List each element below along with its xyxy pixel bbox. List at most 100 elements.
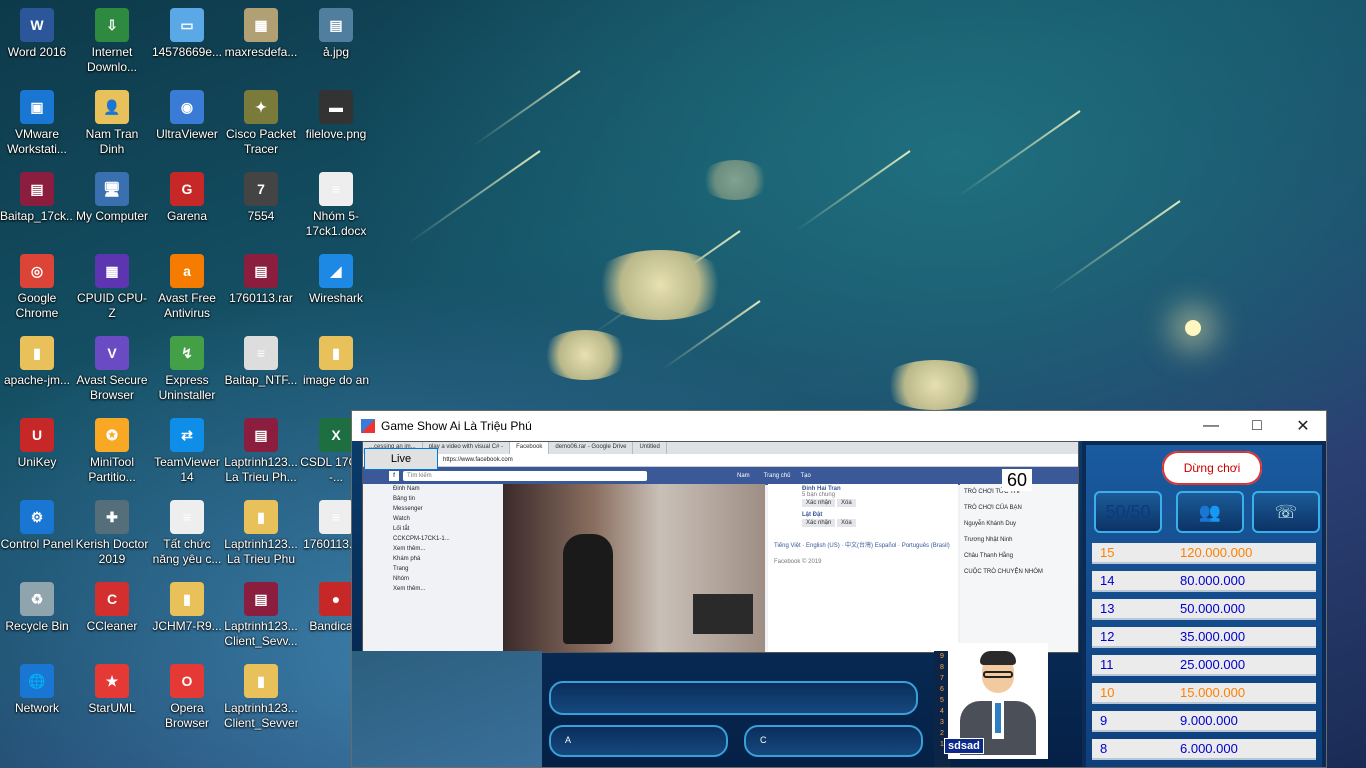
sidebar-item: Messenger [393, 506, 423, 512]
desktop-icon-label: CPUID CPU-Z [76, 291, 147, 320]
desktop-icon[interactable]: G Garena [150, 172, 224, 224]
desktop-icon[interactable]: ⚙ Control Panel [0, 500, 74, 552]
desktop-icon[interactable]: ⇄ TeamViewer 14 [150, 418, 224, 485]
app-icon: ▮ [319, 336, 353, 370]
desktop-icon[interactable]: ▣ VMware Workstati... [0, 90, 74, 157]
chat-item: TRÒ CHƠI CỦA BẠN [964, 505, 1022, 511]
prize-level: 9 [1100, 713, 1108, 728]
desktop-icon-label: Word 2016 [7, 45, 67, 59]
mirrored-desktop [352, 651, 542, 767]
desktop-icon[interactable]: ▤ 1760113.rar [224, 254, 298, 306]
desktop-icon[interactable]: ▮ apache-jm... [0, 336, 74, 388]
sidebar-item: Xem thêm... [393, 586, 426, 592]
desktop-icon[interactable]: U UniKey [0, 418, 74, 470]
answer-c-button[interactable]: C [744, 725, 923, 757]
player-name: sdsad [944, 738, 984, 754]
desktop-icon-label: Tất chức năng yêu c... [152, 537, 222, 566]
desktop-icon[interactable]: ↯ Express Uninstaller [150, 336, 224, 403]
desktop-icon[interactable]: 👤 Nam Tran Dinh [75, 90, 149, 157]
sidebar-item: CCKCPM-17CK1-1... [393, 536, 450, 542]
nav-home: Trang chủ [763, 473, 791, 479]
app-icon: ▮ [170, 582, 204, 616]
desktop-icon[interactable]: ▤ Baitap_17ck... [0, 172, 74, 224]
chat-item: Châu Thanh Hằng [964, 553, 1013, 559]
desktop-icon[interactable]: ▤ ả.jpg [299, 8, 373, 60]
desktop-icon[interactable]: ♻ Recycle Bin [0, 582, 74, 634]
desktop-icon-label: My Computer [75, 209, 149, 223]
desktop-icon-label: Avast Secure Browser [76, 373, 148, 402]
desktop-icon-label: Control Panel [0, 537, 74, 551]
desktop-icon[interactable]: ▤ Laptrinh123... Client_Sevv... [224, 582, 298, 649]
question-box [549, 681, 918, 715]
desktop-icon-label: Garena [166, 209, 208, 223]
desktop-icon[interactable]: 🖥 My Computer [75, 172, 149, 224]
lifeline-phone-button[interactable]: ☏ [1252, 491, 1320, 533]
prize-amount: 50.000.000 [1180, 601, 1246, 616]
app-icon: ▤ [244, 582, 278, 616]
delete-button: Xóa [837, 499, 856, 507]
sidebar-item: Lối tắt [393, 526, 410, 532]
answer-a-button[interactable]: A [549, 725, 728, 757]
app-icon: ≡ [319, 500, 353, 534]
desktop-icon[interactable]: ≡ Nhóm 5-17ck1.docx [299, 172, 373, 239]
desktop-icon-label: image do an [302, 373, 370, 387]
desktop-icon[interactable]: ✚ Kerish Doctor 2019 [75, 500, 149, 567]
app-icon: ↯ [170, 336, 204, 370]
desktop-icon[interactable]: 7 7554 [224, 172, 298, 224]
live-button[interactable]: Live [364, 448, 438, 470]
desktop-icon-label: ả.jpg [322, 45, 350, 59]
desktop-icon[interactable]: ◎ Google Chrome [0, 254, 74, 321]
friend-name: Lật Đật [802, 512, 823, 518]
browser-tabs: ...cessing an im... play a video with vi… [363, 442, 1078, 454]
desktop-icon[interactable]: ▮ Laptrinh123... La Trieu Phu [224, 500, 298, 567]
desktop-icon[interactable]: 🌐 Network [0, 664, 74, 716]
desktop-icon[interactable]: ✦ Cisco Packet Tracer [224, 90, 298, 157]
desktop-icon[interactable]: W Word 2016 [0, 8, 74, 60]
lifeline-audience-button[interactable]: 👥 [1176, 491, 1244, 533]
app-icon: ✪ [95, 418, 129, 452]
answer-a-label: A [565, 735, 572, 745]
desktop-icon[interactable]: ◉ UltraViewer [150, 90, 224, 142]
desktop-icon[interactable]: ★ StarUML [75, 664, 149, 716]
desktop-icon[interactable]: ◢ Wireshark [299, 254, 373, 306]
phone-icon: ☏ [1274, 502, 1298, 522]
desktop-icon[interactable]: ≡ Baitap_NTF... [224, 336, 298, 388]
desktop-icon[interactable]: V Avast Secure Browser [75, 336, 149, 403]
lifeline-5050-button[interactable]: 50/50 [1094, 491, 1162, 533]
desktop-icon-label: UniKey [17, 455, 57, 469]
browser-tab: Untitled [633, 442, 667, 454]
app-icon: V [95, 336, 129, 370]
desktop-icon-label: Baitap_17ck... [0, 209, 74, 223]
desktop-icon[interactable]: C CCleaner [75, 582, 149, 634]
desktop-icon[interactable]: ▦ CPUID CPU-Z [75, 254, 149, 321]
desktop-icon[interactable]: ▬ filelove.png [299, 90, 373, 142]
app-icon: ● [319, 582, 353, 616]
desktop-icon-label: apache-jm... [3, 373, 71, 387]
sidebar-item: Trang [393, 566, 409, 572]
prize-panel: Dừng chơi 50/50 👥 ☏ 15 120.000.000 14 80.00… [1086, 445, 1322, 767]
desktop-icon[interactable]: a Avast Free Antivirus [150, 254, 224, 321]
close-icon[interactable]: ✕ [1280, 411, 1326, 441]
app-icon: U [20, 418, 54, 452]
maximize-icon[interactable]: □ [1234, 411, 1280, 441]
desktop-icon-label: Avast Free Antivirus [158, 291, 216, 320]
desktop-icon[interactable]: ▭ 14578669e... [150, 8, 224, 60]
stop-game-button[interactable]: Dừng chơi [1162, 451, 1262, 485]
desktop-icon[interactable]: ▤ Laptrinh123... La Trieu Ph... [224, 418, 298, 485]
desktop-icon[interactable]: O Opera Browser [150, 664, 224, 731]
desktop-icon[interactable]: ▦ maxresdefa... [224, 8, 298, 60]
app-icon: ◉ [170, 90, 204, 124]
desktop-icon[interactable]: ⇩ Internet Downlo... [75, 8, 149, 75]
minimize-icon[interactable]: — [1188, 411, 1234, 441]
address-bar: https://www.facebook.com [363, 454, 1078, 467]
app-icon: 🌐 [20, 664, 54, 698]
desktop-icon[interactable]: ▮ image do an [299, 336, 373, 388]
desktop-icon[interactable]: ▮ Laptrinh123... Client_Sevver [224, 664, 298, 731]
window-titlebar[interactable]: Game Show Ai Là Triệu Phú — □ ✕ [352, 411, 1326, 441]
desktop-icon[interactable]: ≡ Tất chức năng yêu c... [150, 500, 224, 567]
confirm-button: Xác nhận [802, 519, 836, 527]
desktop-icon[interactable]: ✪ MiniTool Partitio... [75, 418, 149, 485]
app-icon: ▮ [20, 336, 54, 370]
copyright: Facebook © 2019 [774, 559, 822, 565]
desktop-icon[interactable]: ▮ JCHM7-R9... [150, 582, 224, 634]
